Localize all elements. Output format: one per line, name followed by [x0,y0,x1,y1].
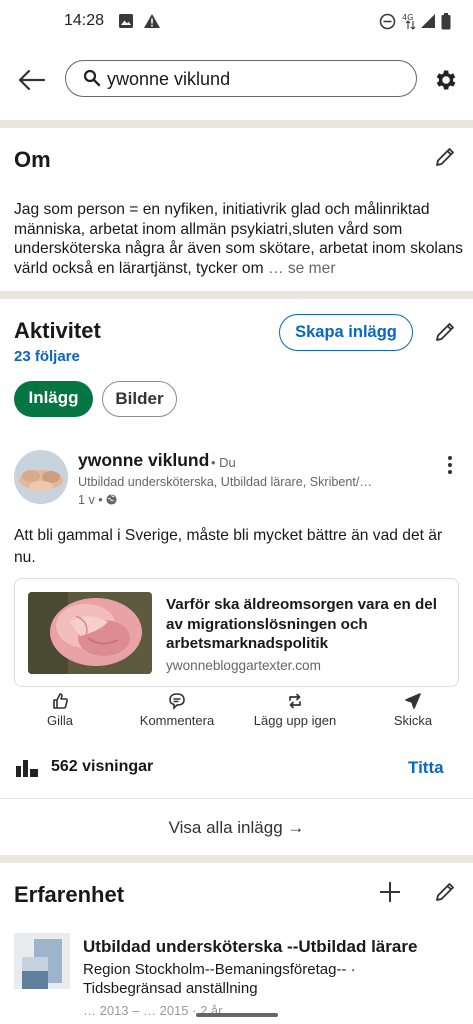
activity-title: Aktivitet [14,318,101,343]
status-bar: 14:28 4G [0,0,473,44]
comment-button[interactable]: Kommentera [132,692,222,728]
settings-gear-icon[interactable] [432,67,458,93]
like-button[interactable]: Gilla [34,692,86,728]
signal-icon [421,14,435,28]
filter-chip-posts[interactable]: Inlägg [14,381,93,417]
section-divider [0,291,473,299]
see-more-link[interactable]: … se mer [268,260,336,277]
experience-job-title: Utbildad undersköterska --Utbildad lärar… [83,937,418,956]
send-label: Skicka [393,713,433,728]
post-author-badge: • Du [211,455,236,470]
create-post-button[interactable]: Skapa inlägg [279,314,413,351]
company-logo[interactable] [14,933,70,989]
avatar[interactable] [14,450,68,504]
search-query: ywonne viklund [107,69,231,89]
filter-chip-images[interactable]: Bilder [102,381,177,417]
link-preview-domain: ywonnebloggartexter.com [166,658,321,673]
comment-label: Kommentera [139,713,215,728]
section-divider [0,120,473,128]
edit-pencil-icon[interactable] [433,145,457,169]
add-plus-icon[interactable] [379,881,401,903]
send-icon [405,693,421,709]
edit-pencil-icon[interactable] [433,320,457,344]
experience-employment-type: Tidsbegränsad anställning [83,980,258,997]
globe-icon [106,494,117,505]
repost-label: Lägg upp igen [253,713,337,728]
4g-icon: 4G [402,13,416,30]
battery-icon [441,13,451,30]
about-text-block: Jag som person = en nyfiken, initiativri… [14,200,464,278]
post-author-headline: Utbildad undersköterska, Utbildad lärare… [78,475,372,489]
about-title: Om [14,147,51,172]
image-icon [119,14,133,28]
link-preview-title: Varför ska äldreomsorgen vara en del av … [166,596,437,652]
followers-count[interactable]: 23 följare [14,348,80,365]
divider-line [0,798,473,799]
search-input[interactable]: ywonne viklund [65,60,417,97]
do-not-disturb-icon [379,13,396,30]
experience-title: Erfarenhet [14,882,125,907]
link-preview-card[interactable]: Varför ska äldreomsorgen vara en del av … [14,578,459,687]
link-preview-image [28,592,152,674]
send-button[interactable]: Skicka [385,692,441,728]
like-label: Gilla [46,713,73,728]
status-time: 14:28 [64,12,105,29]
post-author-name[interactable]: ywonne viklund [78,450,209,471]
post-actions: Gilla Kommentera Lägg upp igen Skicka [0,692,473,738]
top-bar: ywonne viklund [0,44,473,118]
post-text: Att bli gammal i Sverige, måste bli myck… [14,527,443,566]
post-meta: 1 v • [78,493,117,507]
edit-pencil-icon[interactable] [433,880,457,904]
back-arrow-icon[interactable] [16,64,48,96]
more-options-icon[interactable] [447,455,453,475]
post-views-count: 562 visningar [51,758,154,775]
home-indicator[interactable] [196,1013,278,1017]
about-text: Jag som person = en nyfiken, initiativri… [14,201,463,277]
warning-icon [144,14,160,28]
comment-icon [169,693,185,710]
search-icon [83,69,101,87]
show-all-posts-link[interactable]: Visa alla inlägg → [0,818,473,838]
like-thumb-icon [53,693,68,709]
repost-icon [289,693,301,709]
view-analytics-link[interactable]: Titta [408,758,444,778]
bar-chart-icon [16,760,38,777]
repost-button[interactable]: Lägg upp igen [245,692,345,728]
post-time: 1 v • [78,493,103,507]
experience-company: Region Stockholm--Bemaningsföretag-- · [83,961,356,978]
section-divider [0,855,473,863]
